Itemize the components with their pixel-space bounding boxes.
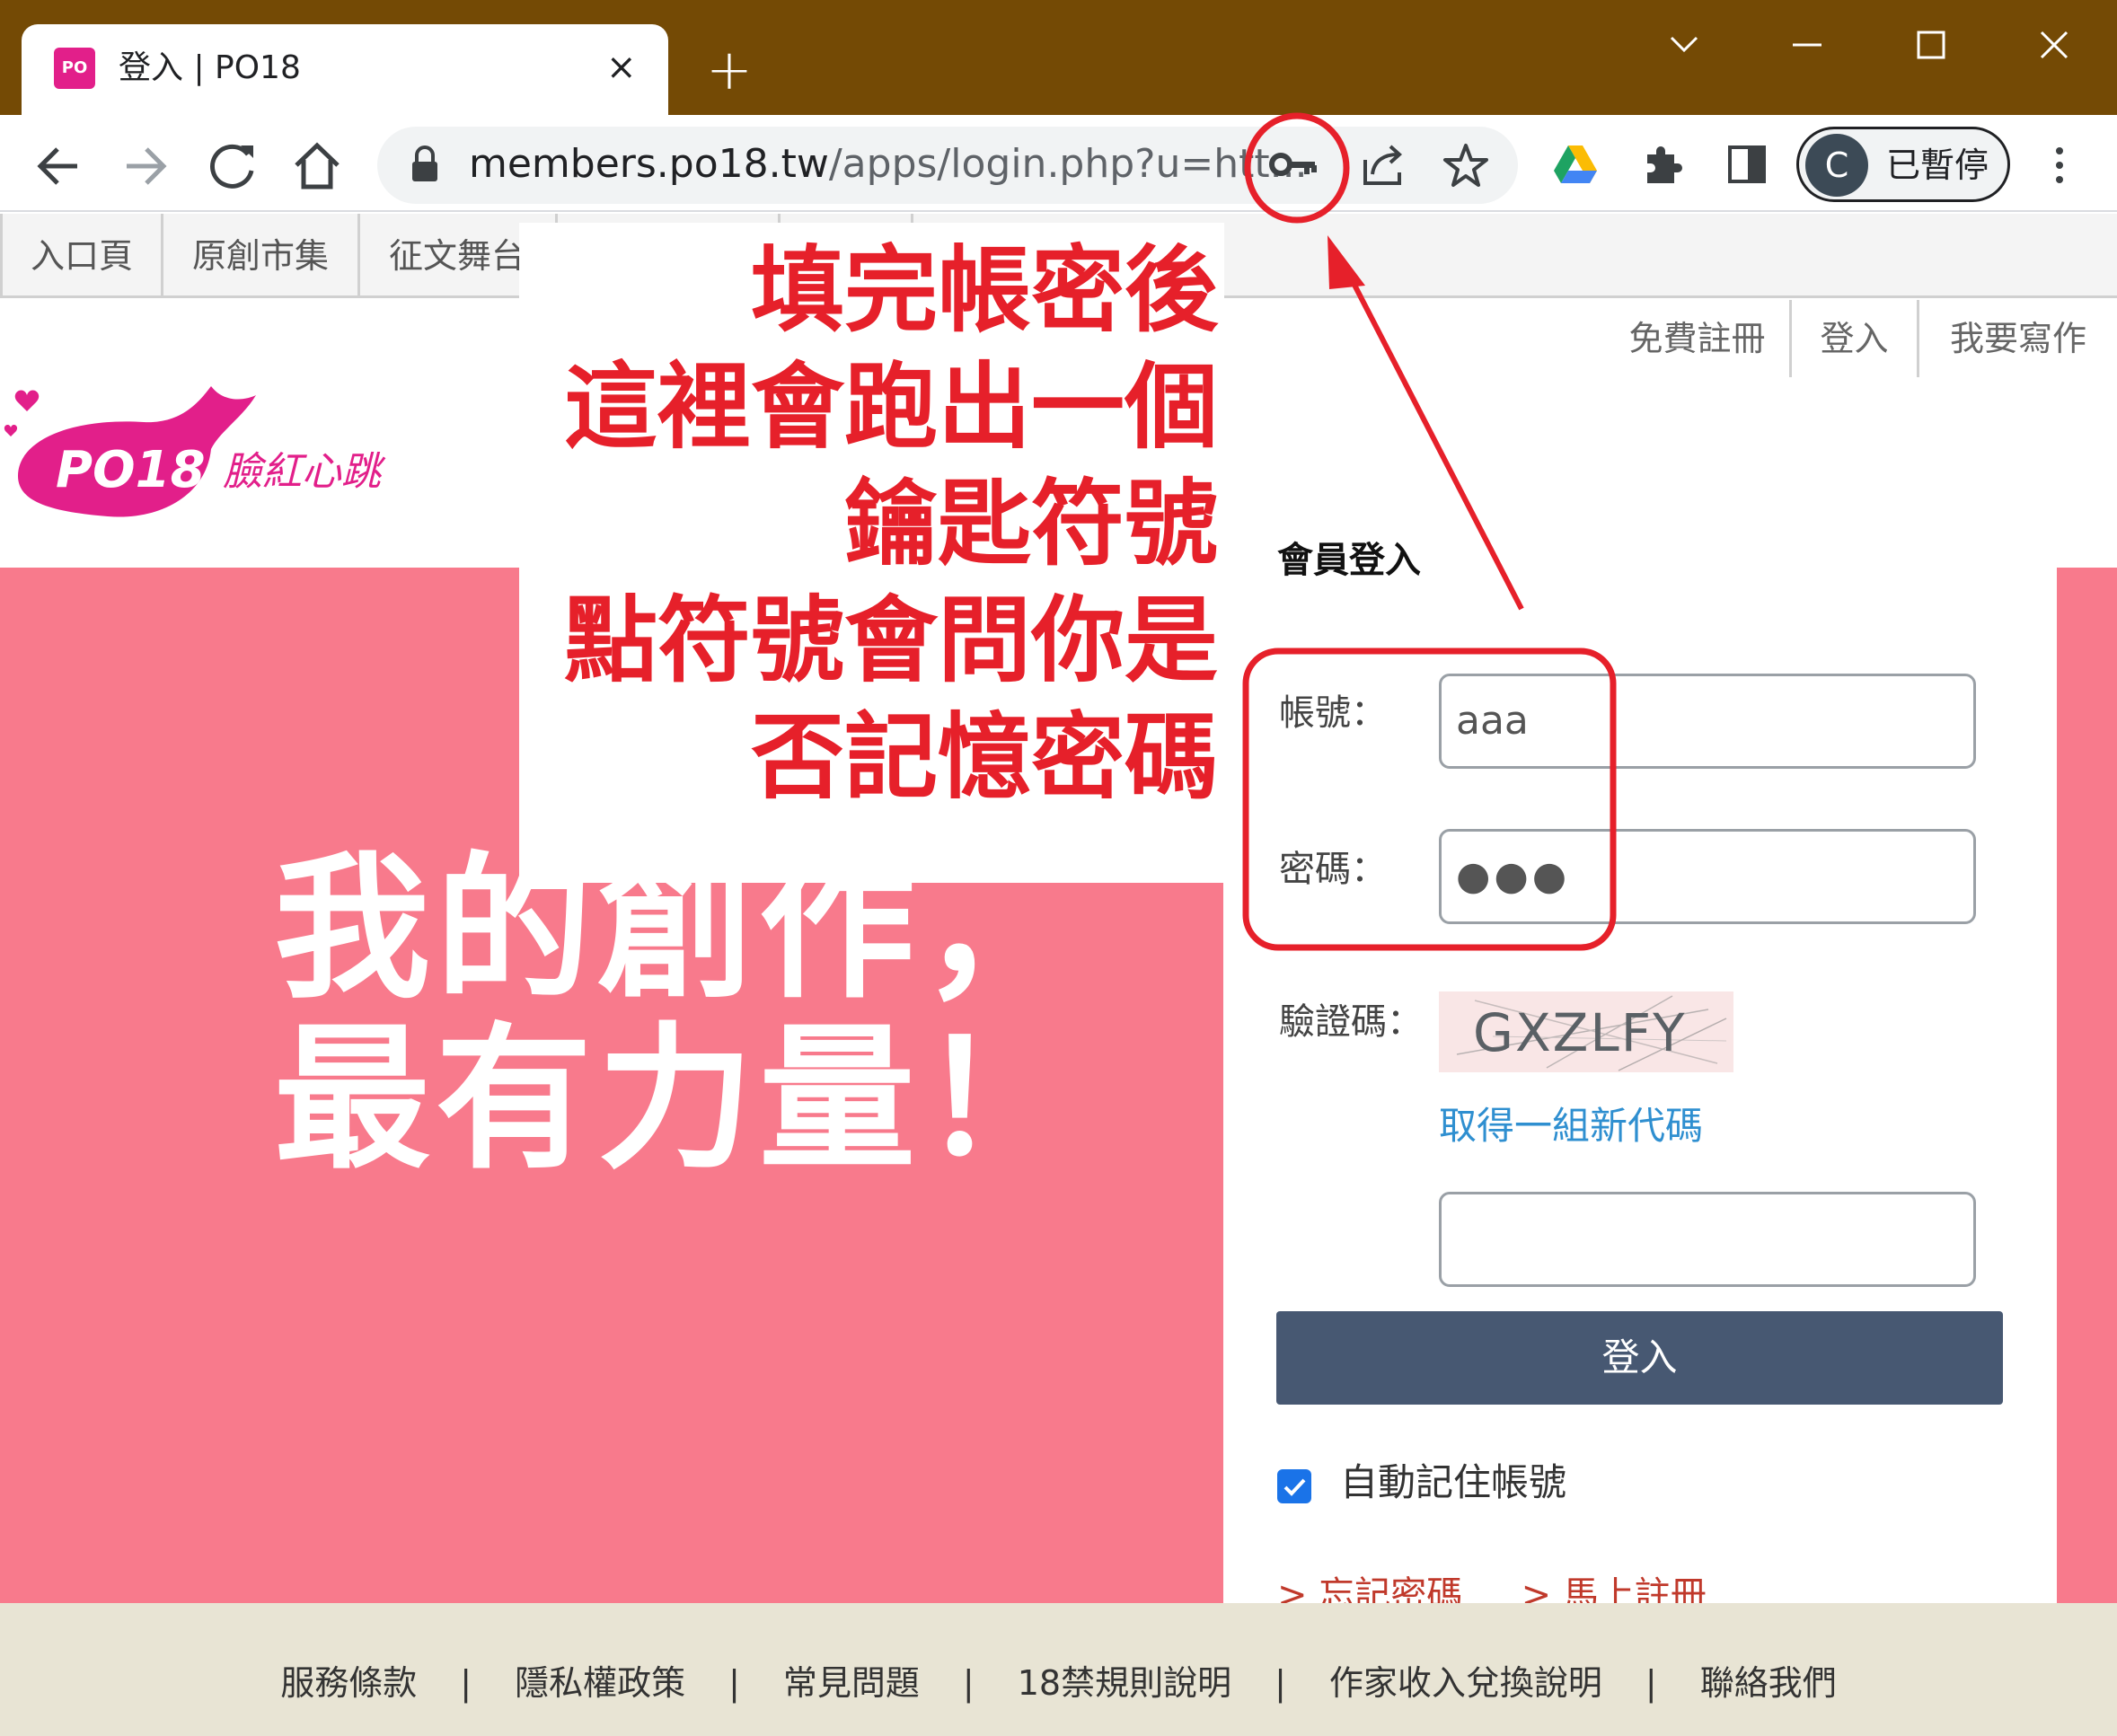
- footer-contact-link[interactable]: 聯絡我們: [1700, 1663, 1837, 1703]
- back-arrow-icon[interactable]: [27, 135, 90, 198]
- annotation-line-1: 填完帳密後: [750, 235, 1218, 345]
- reload-icon[interactable]: [201, 135, 264, 198]
- annotation-text: 填完帳密後 這裡會跑出一個 鑰匙符號 點符號會問你是 否記憶密碼: [539, 232, 1218, 815]
- tab-close-icon[interactable]: ×: [606, 45, 637, 90]
- captcha-code: GXZLFY: [1473, 1002, 1687, 1063]
- url-text[interactable]: members.po18.tw/apps/login.php?u=htt...: [469, 138, 1308, 190]
- footer-income-link[interactable]: 作家收入兌換說明: [1329, 1663, 1602, 1703]
- password-label: 密碼：: [1279, 849, 1387, 890]
- remember-checkbox[interactable]: [1277, 1469, 1311, 1503]
- logo-tagline: 臉紅心跳: [223, 449, 386, 495]
- footer-separator: |: [962, 1663, 975, 1703]
- window-close-icon[interactable]: [2018, 18, 2090, 72]
- header-register-link[interactable]: 免費註冊: [1605, 300, 1792, 377]
- new-tab-button[interactable]: +: [706, 34, 753, 106]
- home-icon[interactable]: [286, 135, 348, 198]
- new-captcha-link[interactable]: 取得一組新代碼: [1439, 1101, 1703, 1151]
- google-drive-icon[interactable]: [1552, 144, 1599, 185]
- extensions-puzzle-icon[interactable]: [1640, 142, 1685, 187]
- footer-separator: |: [728, 1663, 740, 1703]
- footer-separator: |: [1275, 1663, 1286, 1703]
- footer-separator: |: [460, 1663, 472, 1703]
- footer-links: 服務條款 | 隱私權政策 | 常見問題 | 18禁規則說明 | 作家收入兌換說明 | 聯絡我們: [0, 1658, 2117, 1708]
- side-panel-icon[interactable]: [1726, 144, 1768, 185]
- login-form-title: 會員登入: [1277, 540, 1421, 581]
- forward-arrow-icon[interactable]: [114, 135, 177, 198]
- url-path: /apps/login.php?u=htt...: [828, 141, 1308, 187]
- captcha-label: 驗證碼：: [1279, 1001, 1423, 1043]
- forgot-password-link[interactable]: > 忘記密碼: [1277, 1574, 1462, 1603]
- site-tab-home[interactable]: 入口頁: [0, 214, 163, 298]
- site-tab-market[interactable]: 原創市集: [163, 214, 360, 298]
- password-key-icon[interactable]: [1268, 144, 1322, 185]
- po18-favicon-icon: PO: [54, 48, 95, 89]
- tab-search-chevron-icon[interactable]: [1648, 18, 1720, 72]
- account-input[interactable]: aaa: [1439, 674, 1976, 769]
- hero-line-2: 最有力量！: [274, 1009, 1083, 1191]
- header-login-link[interactable]: 登入: [1792, 300, 1919, 377]
- po18-logo[interactable]: PO18 臉紅心跳: [0, 368, 404, 525]
- url-host: members.po18.tw: [469, 141, 829, 187]
- lock-icon[interactable]: [409, 144, 441, 185]
- annotation-line-3: 鑰匙符號: [843, 469, 1218, 578]
- window-minimize-icon[interactable]: [1771, 18, 1843, 72]
- sync-paused-label[interactable]: 已暫停: [1886, 144, 1989, 187]
- header-write-link[interactable]: 我要寫作: [1919, 300, 2117, 377]
- tab-title: 登入 | PO18: [119, 49, 301, 86]
- avatar[interactable]: C: [1805, 134, 1868, 197]
- share-icon[interactable]: [1358, 142, 1408, 189]
- heart-small-icon: [4, 425, 18, 436]
- footer-rules-link[interactable]: 18禁規則說明: [1018, 1663, 1231, 1703]
- annotation-line-5: 否記憶密碼: [750, 702, 1218, 812]
- hero-slogan: 我的創作， 最有力量！: [274, 844, 1082, 1185]
- footer-faq-link[interactable]: 常見問題: [783, 1663, 920, 1703]
- logo-wordmark: PO18: [56, 441, 206, 499]
- bookmark-star-icon[interactable]: [1442, 142, 1490, 189]
- window-maximize-icon[interactable]: [1895, 18, 1967, 72]
- captcha-input[interactable]: [1439, 1192, 1976, 1287]
- footer-separator: |: [1645, 1663, 1657, 1703]
- kebab-menu-icon[interactable]: [2044, 142, 2075, 189]
- account-links: > 忘記密碼 > 馬上註冊: [1277, 1570, 1707, 1603]
- password-input[interactable]: ●●●: [1439, 829, 1976, 924]
- heart-icon: [14, 390, 40, 411]
- annotation-line-4: 點符號會問你是: [563, 586, 1218, 695]
- login-submit-button[interactable]: 登入: [1276, 1311, 2003, 1405]
- footer-terms-link[interactable]: 服務條款: [280, 1663, 417, 1703]
- annotation-line-2: 這裡會跑出一個: [563, 352, 1218, 462]
- account-label: 帳號：: [1279, 692, 1387, 734]
- remember-label[interactable]: 自動記住帳號: [1340, 1455, 1566, 1511]
- footer-privacy-link[interactable]: 隱私權政策: [515, 1663, 685, 1703]
- signup-link[interactable]: > 馬上註冊: [1522, 1574, 1707, 1603]
